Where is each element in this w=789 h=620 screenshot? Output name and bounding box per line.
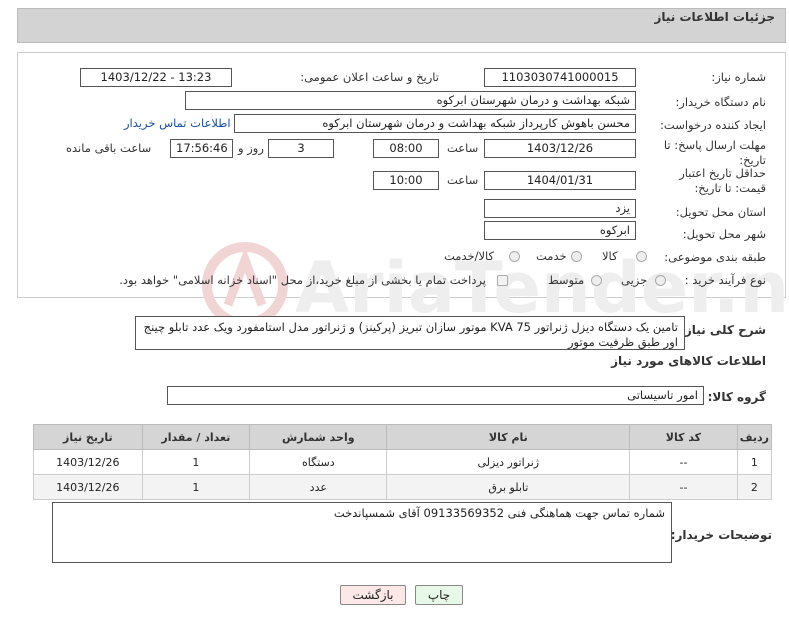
province-field: یزد xyxy=(484,199,636,218)
cell-name: ژنراتور دیزلی xyxy=(386,449,631,475)
cell-date: 1403/12/26 xyxy=(33,449,143,475)
col-row: ردیف xyxy=(736,424,773,450)
col-name: نام کالا xyxy=(386,424,631,450)
creator-label: ایجاد کننده درخواست: xyxy=(660,118,766,132)
validity-label: حداقل تاریخ اعتبار قیمت: تا تاریخ: xyxy=(679,166,766,195)
buyer-field: شبکه بهداشت و درمان شهرستان ابرکوه xyxy=(185,91,636,110)
remaining-label: ساعت باقی مانده xyxy=(66,141,152,155)
back-button[interactable]: بازگشت xyxy=(340,585,406,605)
col-unit: واحد شمارش xyxy=(249,424,388,450)
cell-unit: دستگاه xyxy=(249,449,388,475)
validity-hour-label: ساعت xyxy=(447,173,479,187)
goods-section-title: اطلاعات کالاهای مورد نیاز xyxy=(611,354,766,368)
deadline-time-field: 08:00 xyxy=(373,139,439,158)
buyer-notes-textarea[interactable]: شماره تماس جهت هماهنگی فنی 09133569352 آ… xyxy=(52,502,672,563)
city-label: شهر محل تحویل: xyxy=(682,227,766,241)
col-code: کد کالا xyxy=(629,424,738,450)
cell-row: 1 xyxy=(736,449,773,475)
table-row: 2 -- تابلو برق عدد 1 1403/12/26 xyxy=(33,474,773,500)
table-row: 1 -- ژنراتور دیزلی دستگاه 1 1403/12/26 xyxy=(33,449,773,475)
cell-name: تابلو برق xyxy=(386,474,631,500)
days-label: روز و xyxy=(238,141,264,155)
goods-group-label: گروه کالا: xyxy=(707,390,766,404)
process-option-medium: متوسط xyxy=(548,273,585,287)
cell-code: -- xyxy=(629,474,738,500)
col-date: تاریخ نیاز xyxy=(33,424,143,450)
process-radio-minor[interactable] xyxy=(655,275,666,286)
treasury-payment-checkbox[interactable] xyxy=(497,275,508,286)
process-label: نوع فرآیند خرید : xyxy=(684,273,766,287)
deadline-label: مهلت ارسال پاسخ: تا تاریخ: xyxy=(663,138,766,167)
category-radio-goods[interactable] xyxy=(636,251,647,262)
buyer-contact-link[interactable]: اطلاعات تماس خریدار xyxy=(124,116,231,130)
province-label: استان محل تحویل: xyxy=(675,205,766,219)
description-textarea[interactable]: تامین یک دستگاه دیزل ژنراتور KVA 75 موتو… xyxy=(135,316,685,350)
category-radio-both[interactable] xyxy=(509,251,520,262)
deadline-date-field: 1403/12/26 xyxy=(484,139,636,158)
cell-quantity: 1 xyxy=(141,474,251,500)
remaining-time-field: 17:56:46 xyxy=(170,139,233,158)
col-quantity: تعداد / مقدار xyxy=(141,424,251,450)
process-radio-medium[interactable] xyxy=(591,275,602,286)
need-number-label: شماره نیاز: xyxy=(711,70,766,84)
days-field: 3 xyxy=(268,139,334,158)
validity-date-field: 1404/01/31 xyxy=(484,171,636,190)
print-button[interactable]: چاپ xyxy=(415,585,463,605)
category-radio-service[interactable] xyxy=(571,251,582,262)
buyer-notes-label: توضیحات خریدار: xyxy=(670,528,772,542)
announce-field: 1403/12/22 - 13:23 xyxy=(80,68,232,87)
process-option-minor: جزیی xyxy=(621,273,648,287)
category-label: طبقه بندی موضوعی: xyxy=(664,250,766,264)
category-option-service: خدمت xyxy=(536,249,567,263)
cell-unit: عدد xyxy=(249,474,388,500)
announce-label: تاریخ و ساعت اعلان عمومی: xyxy=(300,70,439,84)
cell-date: 1403/12/26 xyxy=(33,474,143,500)
goods-table-header: ردیف کد کالا نام کالا واحد شمارش تعداد /… xyxy=(33,424,773,450)
cell-row: 2 xyxy=(736,474,773,500)
category-option-goods: کالا xyxy=(602,249,618,263)
buyer-label: نام دستگاه خریدار: xyxy=(675,95,766,109)
treasury-payment-note: پرداخت تمام یا بخشی از مبلغ خرید،از محل … xyxy=(119,273,486,287)
goods-group-field: امور تاسیساتی xyxy=(167,386,704,405)
description-label: شرح کلی نیاز: xyxy=(680,323,766,337)
category-option-both: کالا/خدمت xyxy=(444,249,495,263)
cell-quantity: 1 xyxy=(141,449,251,475)
deadline-hour-label: ساعت xyxy=(447,141,479,155)
creator-field: محسن باهوش کارپرداز شبکه بهداشت و درمان … xyxy=(234,114,636,133)
need-number-field: 1103030741000015 xyxy=(484,68,636,87)
cell-code: -- xyxy=(629,449,738,475)
goods-table: ردیف کد کالا نام کالا واحد شمارش تعداد /… xyxy=(33,424,773,500)
page-title: جزئیات اطلاعات نیاز xyxy=(654,10,775,24)
city-field: ابرکوه xyxy=(484,221,636,240)
validity-time-field: 10:00 xyxy=(373,171,439,190)
